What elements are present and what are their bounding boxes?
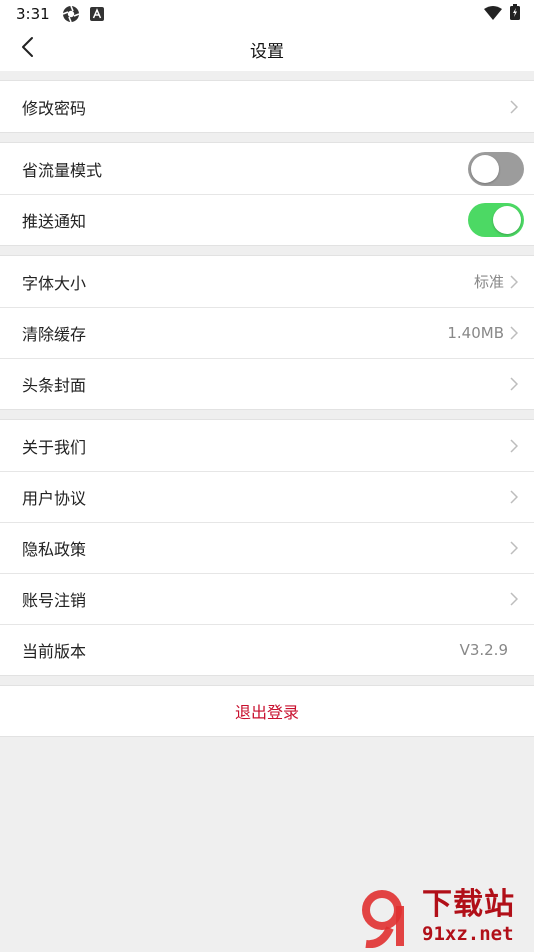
watermark: 下载站 91xz.net: [360, 888, 530, 948]
page-title: 设置: [250, 37, 284, 62]
section-divider: [0, 246, 534, 256]
section-divider: [0, 676, 534, 686]
data-saver-toggle[interactable]: [468, 152, 524, 186]
title-bar: 设置: [0, 28, 534, 71]
chevron-right-icon: [508, 540, 520, 556]
cache-size-value: 1.40MB: [447, 324, 504, 342]
toggle-knob: [471, 155, 499, 183]
section-divider: [0, 133, 534, 143]
settings-group-about: 关于我们 用户协议 隐私政策 账号注销: [0, 420, 534, 676]
setting-label: 隐私政策: [22, 536, 86, 560]
logout-button[interactable]: 退出登录: [0, 686, 534, 737]
watermark-title: 下载站: [422, 888, 515, 922]
setting-change-password[interactable]: 修改密码: [0, 81, 534, 132]
settings-group-display: 字体大小 标准 清除缓存 1.40MB 头条封面: [0, 256, 534, 410]
push-notification-toggle[interactable]: [468, 203, 524, 237]
setting-font-size[interactable]: 字体大小 标准: [0, 256, 534, 307]
settings-group-account: 修改密码: [0, 81, 534, 133]
chevron-right-icon: [508, 489, 520, 505]
setting-about-us[interactable]: 关于我们: [0, 420, 534, 471]
chevron-right-icon: [508, 274, 520, 290]
setting-label: 账号注销: [22, 587, 86, 611]
status-time: 3:31: [16, 5, 50, 23]
setting-data-saver: 省流量模式: [0, 143, 534, 194]
setting-label: 关于我们: [22, 434, 86, 458]
setting-label: 修改密码: [22, 95, 86, 119]
setting-label: 当前版本: [22, 638, 86, 662]
aperture-icon: [62, 5, 80, 23]
chevron-right-icon: [508, 99, 520, 115]
font-size-value: 标准: [474, 271, 504, 292]
setting-label: 省流量模式: [22, 157, 102, 181]
section-divider: [0, 71, 534, 81]
setting-label: 字体大小: [22, 270, 86, 294]
battery-charging-icon: [510, 4, 520, 24]
setting-delete-account[interactable]: 账号注销: [0, 573, 534, 624]
setting-current-version: 当前版本 V3.2.9: [0, 624, 534, 675]
logout-label: 退出登录: [235, 699, 299, 723]
status-bar: 3:31: [0, 0, 534, 28]
version-value: V3.2.9: [460, 641, 508, 659]
setting-label: 用户协议: [22, 485, 86, 509]
setting-privacy-policy[interactable]: 隐私政策: [0, 522, 534, 573]
back-button[interactable]: [12, 34, 42, 64]
setting-headline-cover[interactable]: 头条封面: [0, 358, 534, 409]
font-a-icon: [90, 7, 104, 21]
setting-push-notifications: 推送通知: [0, 194, 534, 245]
settings-group-toggles: 省流量模式 推送通知: [0, 143, 534, 246]
chevron-right-icon: [508, 325, 520, 341]
watermark-subtitle: 91xz.net: [422, 922, 514, 946]
section-divider: [0, 410, 534, 420]
chevron-right-icon: [508, 591, 520, 607]
settings-list: 修改密码 省流量模式 推送通知: [0, 71, 534, 737]
chevron-right-icon: [508, 376, 520, 392]
setting-label: 头条封面: [22, 372, 86, 396]
wifi-icon: [484, 5, 502, 24]
chevron-right-icon: [508, 438, 520, 454]
setting-label: 清除缓存: [22, 321, 86, 345]
chevron-left-icon: [20, 36, 34, 62]
watermark-logo-icon: [360, 888, 420, 948]
toggle-knob: [493, 206, 521, 234]
setting-user-agreement[interactable]: 用户协议: [0, 471, 534, 522]
setting-clear-cache[interactable]: 清除缓存 1.40MB: [0, 307, 534, 358]
setting-label: 推送通知: [22, 208, 86, 232]
